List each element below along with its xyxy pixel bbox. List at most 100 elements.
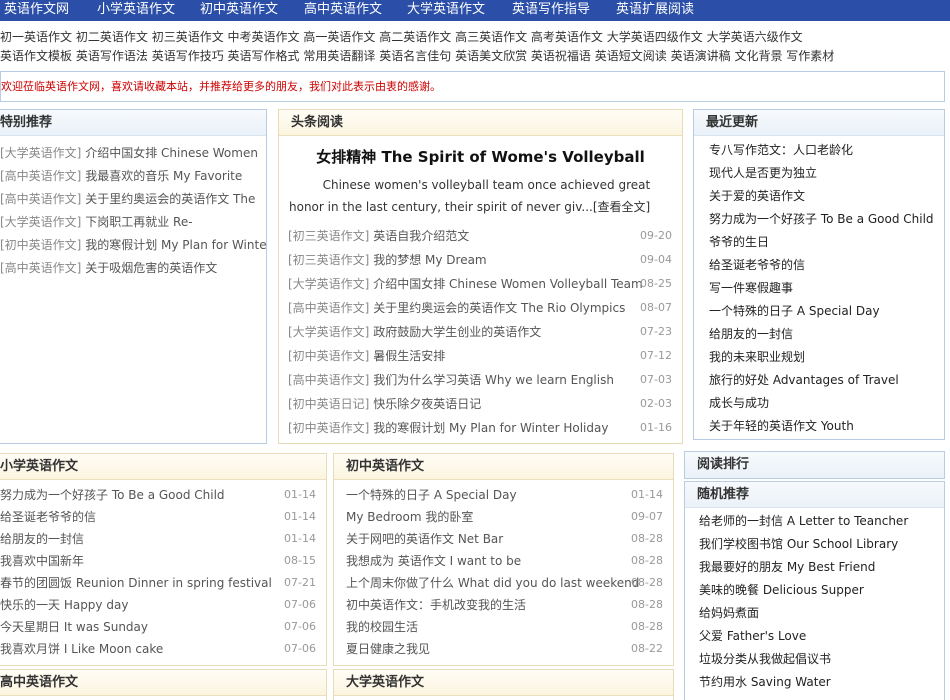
list-item[interactable]: 给圣诞老爷爷的信 01-14 [0, 507, 326, 527]
subnav-link[interactable]: 常用英语翻译 [303, 49, 375, 63]
list-item[interactable]: 春节的团圆饭 Reunion Dinner in spring festival… [0, 573, 326, 593]
list-item[interactable]: [初三英语作文] 我的梦想 My Dream 09-04 [279, 250, 682, 270]
item-date: 09-04 [640, 253, 672, 266]
subnav-link[interactable]: 英语美文欣赏 [455, 49, 527, 63]
list-item[interactable]: [初中英语作文] 我的寒假计划 My Plan for Winter Holid… [279, 418, 682, 438]
list-item[interactable]: 关于网吧的英语作文 Net Bar 08-28 [334, 529, 673, 549]
list-item[interactable]: [高中英语作文] 我最喜欢的音乐 My Favorite [0, 166, 266, 186]
subnav-link[interactable]: 英语作文模板 [0, 49, 72, 63]
list-item[interactable]: 父爱 Father's Love [685, 626, 944, 646]
list-item[interactable]: 我想成为 英语作文 I want to be 08-28 [334, 551, 673, 571]
subnav-link[interactable]: 英语短文阅读 [595, 49, 667, 63]
subnav-link[interactable]: 英语名言佳句 [379, 49, 451, 63]
list-item[interactable]: [初中英语作文] 我的寒假计划 My Plan for Winte [0, 235, 266, 255]
nav-junior[interactable]: 初中英语作文 [200, 0, 278, 21]
item-title: 下岗职工再就业 Re- [85, 215, 193, 229]
list-item[interactable]: [初中英语作文] 暑假生活安排 07-12 [279, 346, 682, 366]
item-title: 一个特殊的日子 A Special Day [346, 488, 517, 502]
read-more-link[interactable]: [查看全文] [593, 200, 650, 214]
nav-extended-reading[interactable]: 英语扩展阅读 [616, 0, 694, 21]
list-item[interactable]: [高中英语作文] 关于里约奥运会的英语作文 The [0, 189, 266, 209]
nav-senior[interactable]: 高中英语作文 [304, 0, 382, 21]
category-label: [高中英语作文] [0, 192, 82, 206]
subnav-link[interactable]: 写作素材 [786, 49, 834, 63]
item-title: 介绍中国女排 Chinese Women [85, 146, 258, 160]
item-title: 给圣诞老爷爷的信 [0, 510, 97, 524]
list-item[interactable]: [大学英语作文] 政府鼓励大学生创业的英语作文 07-23 [279, 322, 682, 342]
list-item[interactable]: 一个特殊的日子 A Special Day [694, 301, 944, 321]
list-item[interactable]: [高中英语作文] 关于吸烟危害的英语作文 [0, 258, 266, 278]
list-item[interactable]: [大学英语作文] 下岗职工再就业 Re- [0, 212, 266, 232]
subnav-link[interactable]: 初一英语作文 [0, 30, 72, 44]
subnav-link[interactable]: 高一英语作文 [303, 30, 375, 44]
item-title: 夏日健康之我见 [346, 642, 431, 656]
list-item[interactable]: 初中英语作文：手机改变我的生活 08-28 [334, 595, 673, 615]
list-item[interactable]: 我最要好的朋友 My Best Friend [685, 557, 944, 577]
subnav-link[interactable]: 英语写作技巧 [152, 49, 224, 63]
list-item[interactable]: 我的校园生活 08-28 [334, 617, 673, 637]
top-navigation: 英语作文网 小学英语作文 初中英语作文 高中英语作文 大学英语作文 英语写作指导… [0, 0, 950, 21]
list-item[interactable]: 夏日健康之我见 08-22 [334, 639, 673, 659]
nav-primary[interactable]: 小学英语作文 [97, 0, 175, 21]
subnav-link[interactable]: 英语演讲稿 [671, 49, 731, 63]
subnav-link[interactable]: 英语祝福语 [531, 49, 591, 63]
list-item[interactable]: [高中英语作文] 我们为什么学习英语 Why we learn English 0… [279, 370, 682, 390]
list-item[interactable]: 美味的晚餐 Delicious Supper [685, 580, 944, 600]
list-item[interactable]: 垃圾分类从我做起倡议书 [685, 649, 944, 669]
list-item[interactable]: My Bedroom 我的卧室 09-07 [334, 507, 673, 527]
subnav-link[interactable]: 英语写作语法 [76, 49, 148, 63]
list-item[interactable]: 给圣诞老爷爷的信 [694, 255, 944, 275]
list-item[interactable]: 给妈妈煮面 [685, 603, 944, 623]
list-item[interactable]: [大学英语作文] 介绍中国女排 Chinese Women [0, 143, 266, 163]
list-item[interactable]: 我们学校图书馆 Our School Library [685, 534, 944, 554]
list-item[interactable]: [高中英语作文] 关于里约奥运会的英语作文 The Rio Olympics 08… [279, 298, 682, 318]
list-item[interactable]: 写一件寒假趣事 [694, 278, 944, 298]
subnav-link[interactable]: 高三英语作文 [455, 30, 527, 44]
subnav-link[interactable]: 初二英语作文 [76, 30, 148, 44]
list-item[interactable]: 努力成为一个好孩子 To Be a Good Child [694, 209, 944, 229]
list-item[interactable]: 专八写作范文：人口老龄化 [694, 140, 944, 160]
list-item[interactable]: 节约用水 Saving Water [685, 672, 944, 692]
list-item[interactable]: 我的未来职业规划 [694, 347, 944, 367]
list-item[interactable]: [初三英语作文] 英语自我介绍范文 09-20 [279, 226, 682, 246]
item-date: 07-06 [284, 642, 316, 655]
list-item[interactable]: [初中英语日记] 快乐除夕夜英语日记 02-03 [279, 394, 682, 414]
item-title: 我的寒假计划 My Plan for Winte [85, 238, 266, 252]
headline-title[interactable]: 女排精神 The Spirit of Wome's Volleyball [279, 146, 682, 167]
list-item[interactable]: 现代人是否更为独立 [694, 163, 944, 183]
list-item[interactable]: 我喜欢月饼 I Like Moon cake 07-06 [0, 639, 326, 659]
list-item[interactable]: 关于年轻的英语作文 Youth [694, 416, 944, 436]
list-item[interactable]: 上个周末你做了什么 What did you do last weekend 08… [334, 573, 673, 593]
college-essays-panel: 大学英语作文 [333, 669, 674, 700]
subnav-link[interactable]: 高考英语作文 [531, 30, 603, 44]
subnav-link[interactable]: 大学英语四级作文 [607, 30, 703, 44]
nav-writing-guide[interactable]: 英语写作指导 [512, 0, 590, 21]
subnav-link[interactable]: 文化背景 [734, 49, 782, 63]
list-item[interactable]: [大学英语作文] 介绍中国女排 Chinese Women Volleyball… [279, 274, 682, 294]
list-item[interactable]: 给朋友的一封信 [694, 324, 944, 344]
item-title: 关于网吧的英语作文 Net Bar [346, 532, 504, 546]
item-title: 我喜欢月饼 I Like Moon cake [0, 642, 164, 656]
list-item[interactable]: 给朋友的一封信 01-14 [0, 529, 326, 549]
nav-home[interactable]: 英语作文网 [4, 0, 69, 21]
list-item[interactable]: 我喜欢中国新年 08-15 [0, 551, 326, 571]
list-item[interactable]: 爷爷的生日 [694, 232, 944, 252]
list-item[interactable]: 旅行的好处 Advantages of Travel [694, 370, 944, 390]
subnav-link[interactable]: 英语写作格式 [228, 49, 300, 63]
list-item[interactable]: 给老师的一封信 A Letter to Teancher [685, 511, 944, 531]
subnav-link[interactable]: 大学英语六级作文 [707, 30, 803, 44]
item-title: 春节的团圆饭 Reunion Dinner in spring festival [0, 576, 272, 590]
nav-college[interactable]: 大学英语作文 [407, 0, 485, 21]
item-date: 07-06 [284, 620, 316, 633]
list-item[interactable]: 成长与成功 [694, 393, 944, 413]
list-item[interactable]: 努力成为一个好孩子 To Be a Good Child 01-14 [0, 485, 326, 505]
list-item[interactable]: 今天星期日 It was Sunday 07-06 [0, 617, 326, 637]
list-item[interactable]: 关于爱的英语作文 [694, 186, 944, 206]
list-item[interactable]: 一个特殊的日子 A Special Day 01-14 [334, 485, 673, 505]
subnav-link[interactable]: 初三英语作文 [152, 30, 224, 44]
panel-title: 大学英语作文 [334, 670, 673, 696]
list-item[interactable]: 快乐的一天 Happy day 07-06 [0, 595, 326, 615]
subnav-link[interactable]: 中考英语作文 [228, 30, 300, 44]
subnav-link[interactable]: 高二英语作文 [379, 30, 451, 44]
item-date: 08-28 [631, 554, 663, 567]
